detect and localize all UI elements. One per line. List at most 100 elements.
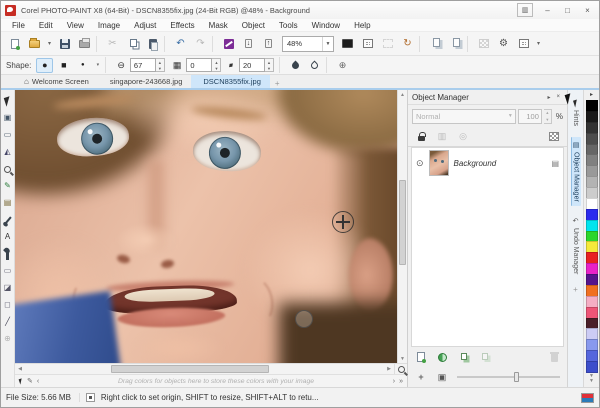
feather-spinner[interactable]: ▲▼ (265, 58, 274, 72)
feather-input[interactable]: 20 (239, 58, 265, 72)
lock-transparency-button[interactable] (412, 129, 430, 145)
save-button[interactable] (55, 34, 74, 53)
new-tab-icon[interactable]: + (270, 79, 285, 88)
menu-item[interactable]: Effects (163, 19, 201, 32)
scroll-up-icon[interactable]: ▲ (400, 90, 405, 99)
export-down-button[interactable]: ↓ (239, 34, 258, 53)
menu-item[interactable]: Help (347, 19, 377, 32)
new-image-button[interactable] (5, 34, 24, 53)
menu-item[interactable]: Mask (202, 19, 235, 32)
stroke-feather-button[interactable] (306, 58, 323, 73)
paint-color-indicator[interactable] (581, 393, 594, 403)
rectangle-mask-tool[interactable]: ▭ (1, 127, 14, 143)
palette-scroll-end-icon[interactable]: » (399, 378, 403, 385)
show-object-marquee-button[interactable] (378, 34, 397, 53)
paste-button[interactable] (143, 34, 162, 53)
cut-button[interactable]: ✂ (103, 34, 122, 53)
menu-item[interactable]: File (5, 19, 32, 32)
scroll-left-icon[interactable]: ◀ (15, 366, 25, 372)
resample-button[interactable] (474, 34, 493, 53)
separator[interactable] (467, 36, 472, 52)
docker-flyout-icon[interactable]: ▸ (544, 94, 553, 101)
link-button[interactable]: ◎ (454, 129, 472, 145)
horizontal-scroll-thumb[interactable] (111, 365, 269, 373)
close-button[interactable]: × (578, 3, 597, 17)
minimize-button[interactable]: – (538, 3, 557, 17)
layer-edit-icon[interactable]: ▤ (551, 159, 559, 168)
menu-item[interactable]: Object (235, 19, 272, 32)
stroke-transparency-button[interactable] (287, 58, 304, 73)
redo-button[interactable]: ↷ (191, 34, 210, 53)
paint-tool[interactable]: ✎ (1, 178, 14, 194)
nib-size-input[interactable]: 67 (130, 58, 156, 72)
round-nib-button[interactable]: ● (36, 58, 53, 73)
pick-tool[interactable] (1, 93, 14, 109)
clone-point-button[interactable]: ⊕ (334, 58, 351, 73)
nib-size-spinner[interactable]: ▲▼ (156, 58, 165, 72)
docker-close-icon[interactable]: × (553, 94, 563, 100)
photo-canvas[interactable] (15, 90, 397, 363)
eyedropper-small-icon[interactable]: ✎ (27, 377, 33, 385)
combine-objects-button[interactable] (475, 349, 493, 365)
eyedropper-tool[interactable] (1, 212, 14, 228)
separator[interactable] (164, 36, 169, 52)
flip-horizontal-button[interactable] (426, 34, 445, 53)
line-tool[interactable]: ╱ (1, 314, 14, 330)
touch-mode-icon[interactable]: ▥ (517, 3, 533, 17)
add-docker-icon[interactable]: + (573, 285, 578, 294)
docker-tab-object-manager[interactable]: ▤Object Manager (571, 137, 581, 206)
docker-tab-hints[interactable]: Hints (571, 96, 580, 130)
palette-scroll-right-icon[interactable]: › (393, 378, 395, 385)
layer-thumbnail[interactable] (429, 150, 449, 176)
menu-item[interactable]: Tools (272, 19, 305, 32)
nib-dropdown[interactable]: ▾ (93, 58, 102, 73)
separator[interactable] (212, 36, 217, 52)
opacity-spinner[interactable]: ▲▼ (544, 109, 552, 124)
image-palette-bar[interactable]: ✎ ‹ Drag colors for objects here to stor… (15, 374, 407, 387)
transparency-input[interactable]: 0 (186, 58, 212, 72)
menu-item[interactable]: Image (91, 19, 127, 32)
lock-position-button[interactable]: ▥ (433, 129, 451, 145)
shape-tool[interactable]: ◻ (1, 297, 14, 313)
palette-scroll-left-icon[interactable]: ‹ (37, 378, 39, 385)
menu-item[interactable]: Window (305, 19, 347, 32)
palette-flyout-icon[interactable]: ▸ (590, 91, 593, 100)
flip-vertical-button[interactable] (446, 34, 465, 53)
vertical-scrollbar[interactable]: ▲ ▼ (397, 90, 407, 363)
show-hide-checker-button[interactable] (545, 129, 563, 145)
origin-tool-icon[interactable] (86, 393, 95, 402)
thumbnail-size-slider[interactable] (457, 370, 560, 384)
scroll-right-icon[interactable]: ▶ (384, 366, 394, 372)
undo-button[interactable]: ↶ (171, 34, 190, 53)
fill-tool[interactable]: ◪ (1, 280, 14, 296)
docker-tab-undo-manager[interactable]: ↶Undo Manager (571, 213, 580, 278)
import-button[interactable] (219, 34, 238, 53)
palette-scroll-down-icon[interactable]: ▼▼ (589, 372, 594, 386)
horizontal-scrollbar[interactable]: ◀ ▶ (15, 363, 407, 374)
duplicate-object-button[interactable] (454, 349, 472, 365)
clone-tool[interactable]: ▤ (1, 195, 14, 211)
print-button[interactable] (75, 34, 94, 53)
separator[interactable] (96, 36, 101, 52)
mask-transform-tool[interactable]: ▣ (1, 110, 14, 126)
object-transparency-tool[interactable]: ⊕ (1, 331, 14, 347)
transparency-spinner[interactable]: ▲▼ (212, 58, 221, 72)
rectangle-tool[interactable]: ▭ (1, 263, 14, 279)
magic-wand-mask-tool[interactable]: ◭ (1, 144, 14, 160)
tab-singapore[interactable]: singapore-243668.jpg (98, 75, 192, 88)
clone-target-cursor[interactable] (332, 211, 354, 233)
layer-row-background[interactable]: ⊙ Background ▤ (412, 148, 563, 178)
layer-visibility-icon[interactable]: ⊙ (416, 158, 424, 169)
clone-source-marker[interactable] (295, 310, 313, 328)
new-object-button[interactable] (412, 349, 430, 365)
opacity-input[interactable]: 100 (518, 109, 542, 124)
zoom-combo-dropdown-icon[interactable]: ▼ (322, 37, 333, 51)
full-screen-preview-button[interactable] (338, 34, 357, 53)
blend-mode-select[interactable]: Normal ▼ (412, 109, 516, 124)
slider-thumb[interactable] (514, 372, 519, 382)
effect-tool[interactable] (1, 246, 14, 262)
new-lens-button[interactable] (433, 349, 451, 365)
vertical-scroll-thumb[interactable] (399, 180, 406, 265)
tab-dscn8355fix[interactable]: DSCN8355fix.jpg (191, 75, 270, 88)
separator[interactable] (419, 36, 424, 52)
